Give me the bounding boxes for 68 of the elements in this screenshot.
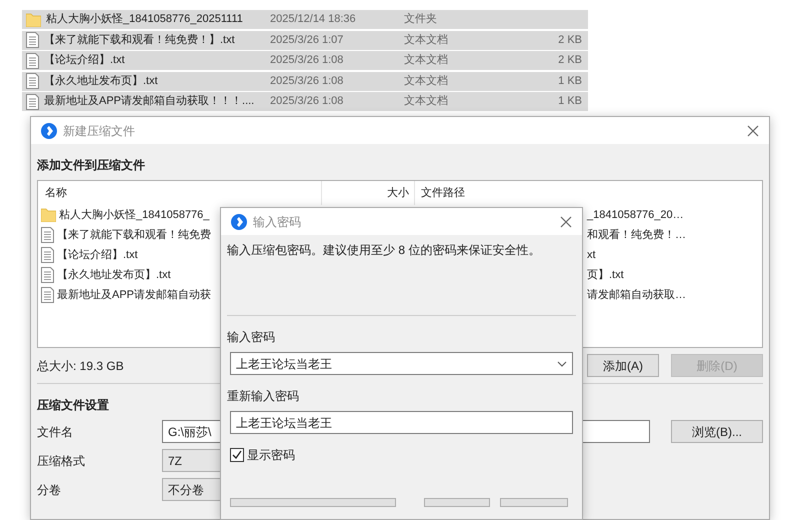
file-size: 2 KB [558, 54, 582, 66]
field-label: 分卷 [37, 482, 62, 498]
file-row[interactable]: 【来了就能下载和观看！纯免费！】.txt 2025/3/26 1:07 文本文档 2 KB [22, 30, 588, 50]
file-name: 【永久地址发布页】.txt [57, 268, 171, 283]
file-path: 请发邮箱自动获取… [587, 288, 686, 301]
file-row[interactable]: 粘人大胸小妖怪_1841058776_20251111 2025/12/14 18:36 文件夹 [22, 10, 588, 30]
file-type: 文本文档 [404, 95, 448, 108]
checkbox[interactable] [230, 448, 244, 462]
document-icon [41, 247, 54, 263]
close-icon[interactable] [747, 124, 759, 136]
file-name: 最新地址及APP请发邮箱自动获 [57, 288, 212, 303]
file-row[interactable]: 【论坛介绍】.txt 2025/3/26 1:08 文本文档 2 KB [22, 51, 588, 71]
dialog-message: 输入压缩包密码。建议使用至少 8 位的密码来保证安全性。 [227, 242, 542, 259]
file-date: 2025/3/26 1:07 [270, 34, 344, 46]
window-title: 输入密码 [253, 214, 302, 230]
close-icon[interactable] [560, 216, 572, 228]
file-date: 2025/3/26 1:08 [270, 74, 344, 87]
total-size: 总大小: 19.3 GB [37, 358, 124, 374]
column-header[interactable]: 大小 [387, 187, 409, 199]
file-date: 2025/3/26 1:08 [270, 54, 344, 66]
add-button[interactable]: 添加(A) [587, 354, 659, 377]
file-path: 页】.txt [587, 268, 624, 281]
document-icon [41, 227, 54, 243]
file-path: xt [587, 248, 596, 261]
dropdown-icon[interactable] [557, 360, 567, 366]
document-icon [26, 73, 39, 89]
file-name: 【论坛介绍】.txt [44, 52, 125, 68]
file-size: 1 KB [558, 95, 582, 108]
app-icon [41, 122, 57, 138]
folder-icon [41, 208, 56, 222]
section-heading: 压缩文件设置 [37, 398, 109, 412]
file-path: _1841058776_20… [587, 208, 684, 221]
document-icon [26, 52, 39, 68]
password-combo[interactable]: 上老王论坛当老王 [230, 352, 573, 375]
field-label: 输入密码 [227, 329, 276, 346]
file-date: 2025/3/26 1:08 [270, 95, 344, 108]
browse-button[interactable]: 浏览(B)... [671, 420, 763, 443]
file-row[interactable]: 最新地址及APP请发邮箱自动获取！！！.... 2025/3/26 1:08 文本文档 1 KB [22, 92, 588, 112]
file-name: 最新地址及APP请发邮箱自动获取！！！.... [44, 94, 254, 110]
field-label: 重新输入密码 [227, 388, 300, 405]
document-icon [26, 32, 39, 48]
file-row[interactable]: 【永久地址发布页】.txt 2025/3/26 1:08 文本文档 1 KB [22, 72, 588, 92]
file-name: 【来了就能下载和观看！纯免费！】.txt [44, 32, 235, 48]
column-header[interactable]: 文件路径 [421, 186, 465, 199]
file-type: 文本文档 [404, 74, 448, 87]
document-icon [26, 94, 39, 110]
document-icon [41, 287, 54, 303]
field-label: 压缩格式 [37, 452, 86, 470]
window-title: 新建压缩文件 [63, 122, 136, 140]
file-type: 文本文档 [404, 34, 448, 46]
section-heading: 添加文件到压缩文件 [37, 158, 145, 172]
document-icon [41, 267, 54, 283]
file-name: 【永久地址发布页】.txt [44, 74, 158, 89]
file-type: 文本文档 [404, 54, 448, 66]
file-date: 2025/12/14 18:36 [270, 13, 356, 26]
folder-icon [26, 12, 41, 26]
password-field[interactable]: 上老王论坛当老王 [230, 411, 573, 434]
file-name: 粘人大胸小妖怪_1841058776_20251111 [46, 12, 243, 28]
app-icon [231, 214, 247, 230]
file-path: 和观看！纯免费！… [587, 228, 686, 241]
file-name: 粘人大胸小妖怪_1841058776_ [59, 208, 210, 223]
file-name: 【论坛介绍】.txt [57, 248, 138, 263]
column-header[interactable]: 名称 [45, 186, 67, 199]
file-size: 2 KB [558, 34, 582, 46]
field-label: 文件名 [37, 424, 74, 440]
file-name: 【来了就能下载和观看！纯免费 [57, 228, 211, 243]
file-size: 1 KB [558, 74, 582, 87]
file-type: 文件夹 [404, 13, 437, 26]
